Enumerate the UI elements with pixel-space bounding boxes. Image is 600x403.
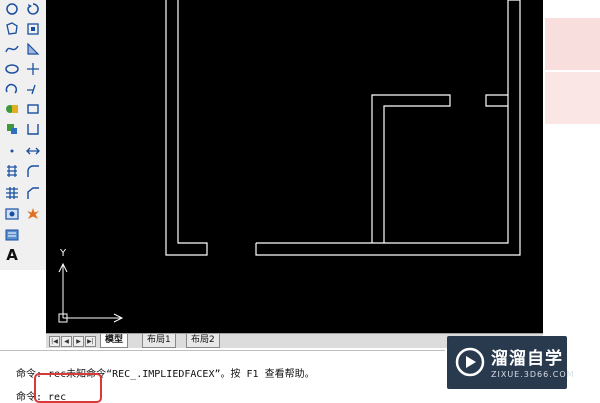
ellipse-icon[interactable] (3, 60, 21, 78)
make-block-icon[interactable] (3, 120, 21, 138)
point-icon[interactable] (3, 142, 21, 160)
command-highlight-box (34, 373, 102, 403)
ucs-y-label: Y (59, 248, 67, 259)
fillet-icon[interactable] (24, 162, 42, 180)
stretch-icon[interactable] (24, 142, 42, 160)
wall-bottom-right (255, 0, 521, 256)
offset-icon[interactable] (24, 80, 42, 98)
explode-icon[interactable] (24, 205, 42, 223)
first-tab-button[interactable]: |◀ (49, 336, 60, 347)
rectangle-icon[interactable] (24, 40, 42, 58)
background-panel-bottom (545, 72, 600, 124)
watermark-badge: 溜溜自学 ZIXUE.3D66.COM (447, 336, 574, 389)
polygon-icon[interactable] (3, 20, 21, 38)
mirror-icon[interactable] (24, 60, 42, 78)
wall-left (165, 0, 208, 256)
background-panel-top (545, 18, 600, 70)
drawing-viewport[interactable]: Y (46, 0, 543, 333)
ucs-icon (58, 262, 124, 323)
tab-layout2[interactable]: 布局2 (186, 334, 220, 348)
insert-block-icon[interactable] (3, 100, 21, 118)
tab-model[interactable]: 模型 (100, 334, 129, 348)
tab-layout1[interactable]: 布局1 (142, 334, 176, 348)
circle-icon[interactable] (24, 0, 42, 18)
draw-toolbar: A (0, 0, 47, 270)
play-logo-icon (455, 347, 485, 377)
hatch-icon[interactable] (3, 162, 21, 180)
line-icon[interactable] (3, 0, 21, 18)
text-icon[interactable]: A (3, 246, 21, 264)
trim-icon[interactable] (24, 100, 42, 118)
next-tab-button[interactable]: ▶ (73, 336, 84, 347)
watermark-url: ZIXUE.3D66.COM (491, 370, 575, 379)
scale-icon[interactable] (24, 120, 42, 138)
drawing-canvas[interactable]: Y (46, 0, 543, 333)
chamfer-icon[interactable] (24, 184, 42, 202)
spline-icon[interactable] (3, 40, 21, 58)
arc-icon[interactable] (3, 80, 21, 98)
prev-tab-button[interactable]: ◀ (61, 336, 72, 347)
multiline-icon[interactable] (3, 226, 21, 244)
last-tab-button[interactable]: ▶| (85, 336, 96, 347)
rotate-icon[interactable] (24, 20, 42, 38)
watermark-title: 溜溜自学 (491, 349, 563, 369)
table-icon[interactable] (3, 184, 21, 202)
wall-partition (371, 94, 451, 243)
region-icon[interactable] (3, 205, 21, 223)
wall-stub (485, 94, 508, 107)
